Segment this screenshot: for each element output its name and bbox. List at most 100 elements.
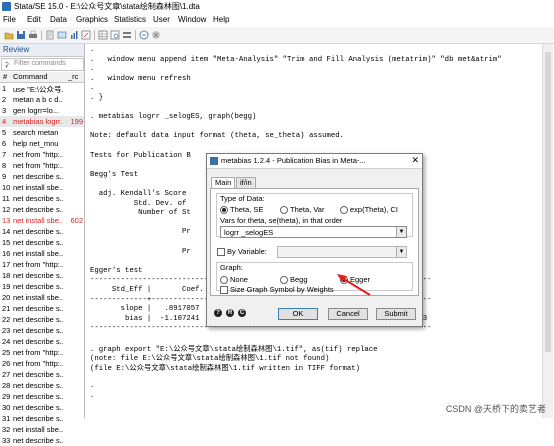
review-list-item[interactable]: 28 net describe s... (0, 380, 84, 391)
review-list-item[interactable]: 25 net from "http:... (0, 347, 84, 358)
menu-file[interactable]: File (3, 15, 16, 24)
dialog-close-icon[interactable]: ✕ (411, 155, 419, 166)
review-list-item[interactable]: 29 net describe s... (0, 391, 84, 402)
menu-edit[interactable]: Edit (27, 15, 41, 24)
review-list-item[interactable]: 21 net describe s... (0, 303, 84, 314)
review-item-command: net from "http:... (13, 150, 63, 159)
review-item-number: 23 (2, 326, 11, 335)
radio-graph-none[interactable] (220, 276, 228, 284)
chevron-down-icon[interactable]: ▼ (396, 247, 406, 257)
column-rc[interactable]: _rc (68, 72, 78, 81)
results-line: . (90, 382, 95, 390)
more-icon[interactable] (139, 30, 149, 40)
radio-graph-begg[interactable] (280, 276, 288, 284)
review-list-item[interactable]: 7 net from "http:... (0, 149, 84, 160)
radio-theta-var-label: Theta, Var (290, 205, 325, 214)
review-list-item[interactable]: 13 net install sbe... 602 (0, 215, 84, 226)
menu-window[interactable]: Window (178, 15, 206, 24)
graph-icon[interactable] (69, 30, 79, 40)
menu-graphics[interactable]: Graphics (76, 15, 108, 24)
by-variable-combobox[interactable]: ▼ (277, 246, 407, 258)
review-list-item[interactable]: 3 gen logrr=lo... (0, 105, 84, 116)
chevron-down-icon[interactable]: ▼ (396, 227, 406, 237)
results-line: . (90, 46, 95, 54)
reset-icon[interactable]: R (226, 309, 234, 317)
watermark: CSDN @天桥下的卖艺者 (445, 404, 546, 414)
review-list-item[interactable]: 6 help net_mnu (0, 138, 84, 149)
review-list-item[interactable]: 22 net describe s... (0, 314, 84, 325)
data-editor-icon[interactable] (98, 30, 108, 40)
data-browser-icon[interactable] (110, 30, 120, 40)
menu-data[interactable]: Data (50, 15, 67, 24)
column-number[interactable]: # (3, 72, 7, 81)
review-list-item[interactable]: 31 net describe s... (0, 413, 84, 424)
review-list-item[interactable]: 18 net describe s... (0, 270, 84, 281)
review-item-command: net describe s... (13, 315, 63, 324)
review-list-item[interactable]: 1 use "E:\公众号... (0, 83, 84, 94)
results-scrollbar[interactable] (542, 44, 553, 418)
review-list-item[interactable]: 10 net install sbe... (0, 182, 84, 193)
review-list-item[interactable]: 12 net describe s... (0, 204, 84, 215)
size-symbol-checkbox[interactable] (220, 286, 228, 294)
review-list-item[interactable]: 27 net describe s... (0, 369, 84, 380)
review-list-item[interactable]: 17 net from "http:... (0, 259, 84, 270)
review-filter-input[interactable]: ⚳ Filter commands (1, 58, 84, 71)
radio-theta-se-label: Theta, SE (230, 205, 264, 214)
ok-button[interactable]: OK (278, 308, 318, 320)
review-item-number: 30 (2, 403, 11, 412)
review-list-item[interactable]: 26 net from "http:... (0, 358, 84, 369)
scrollbar-thumb[interactable] (545, 52, 551, 352)
review-list-item[interactable]: 16 net install sbe... (0, 248, 84, 259)
column-command[interactable]: Command (13, 72, 48, 81)
review-list-item[interactable]: 11 net describe s... (0, 193, 84, 204)
dofile-editor-icon[interactable] (81, 30, 91, 40)
menu-statistics[interactable]: Statistics (114, 15, 146, 24)
viewer-icon[interactable] (57, 30, 67, 40)
menu-help[interactable]: Help (213, 15, 229, 24)
review-item-number: 14 (2, 227, 11, 236)
break-icon[interactable] (151, 30, 161, 40)
review-list-item[interactable]: 33 net describe s... (0, 435, 84, 446)
log-icon[interactable] (45, 30, 55, 40)
help-icon[interactable]: ? (214, 309, 222, 317)
copy-icon[interactable]: C (238, 309, 246, 317)
review-item-command: net describe s... (13, 381, 63, 390)
review-item-number: 11 (2, 194, 10, 203)
review-list-item[interactable]: 23 net describe s... (0, 325, 84, 336)
open-icon[interactable] (4, 30, 14, 40)
review-list-item[interactable]: 19 net describe s... (0, 281, 84, 292)
review-list-item[interactable]: 24 net describe s... (0, 336, 84, 347)
review-column-header: # Command _rc (0, 72, 84, 83)
results-line: (file E:\公众号文章\stata绘制森林图\1.tif written … (90, 364, 361, 373)
results-line: . window menu append item "Meta-Analysis… (90, 55, 502, 64)
cancel-button[interactable]: Cancel (328, 308, 368, 320)
submit-button[interactable]: Submit (376, 308, 416, 320)
results-line: . (90, 391, 95, 400)
review-list-item[interactable]: 9 net describe s... (0, 171, 84, 182)
radio-graph-none-label: None (230, 275, 248, 284)
radio-theta-var[interactable] (280, 206, 288, 214)
vars-combobox[interactable]: logrr _selogES ▼ (220, 226, 407, 238)
review-list-item[interactable]: 5 search metan (0, 127, 84, 138)
by-variable-checkbox[interactable] (217, 248, 225, 256)
review-list-item[interactable]: 15 net describe s... (0, 237, 84, 248)
variables-manager-icon[interactable] (122, 30, 132, 40)
results-line: Pr (90, 247, 191, 256)
review-item-number: 32 (2, 425, 11, 434)
review-list-item[interactable]: 2 metan a b c d... (0, 94, 84, 105)
radio-theta-se[interactable] (220, 206, 228, 214)
radio-exp-theta-ci[interactable] (340, 206, 348, 214)
review-list-item[interactable]: 4 metabias logrr... 199 (0, 116, 84, 127)
print-icon[interactable] (28, 30, 38, 40)
review-list-item[interactable]: 8 net from "http:... (0, 160, 84, 171)
review-item-command: net install sbe... (13, 216, 63, 225)
review-item-command: net describe s... (13, 304, 63, 313)
save-icon[interactable] (16, 30, 26, 40)
review-list-item[interactable]: 30 net describe s... (0, 402, 84, 413)
review-list-item[interactable]: 20 net install sbe... (0, 292, 84, 303)
review-item-number: 21 (2, 304, 11, 313)
review-list-item[interactable]: 32 net install sbe... (0, 424, 84, 435)
review-list-item[interactable]: 14 net describe s... (0, 226, 84, 237)
menu-user[interactable]: User (153, 15, 170, 24)
size-symbol-label: Size Graph Symbol by Weights (230, 285, 334, 294)
